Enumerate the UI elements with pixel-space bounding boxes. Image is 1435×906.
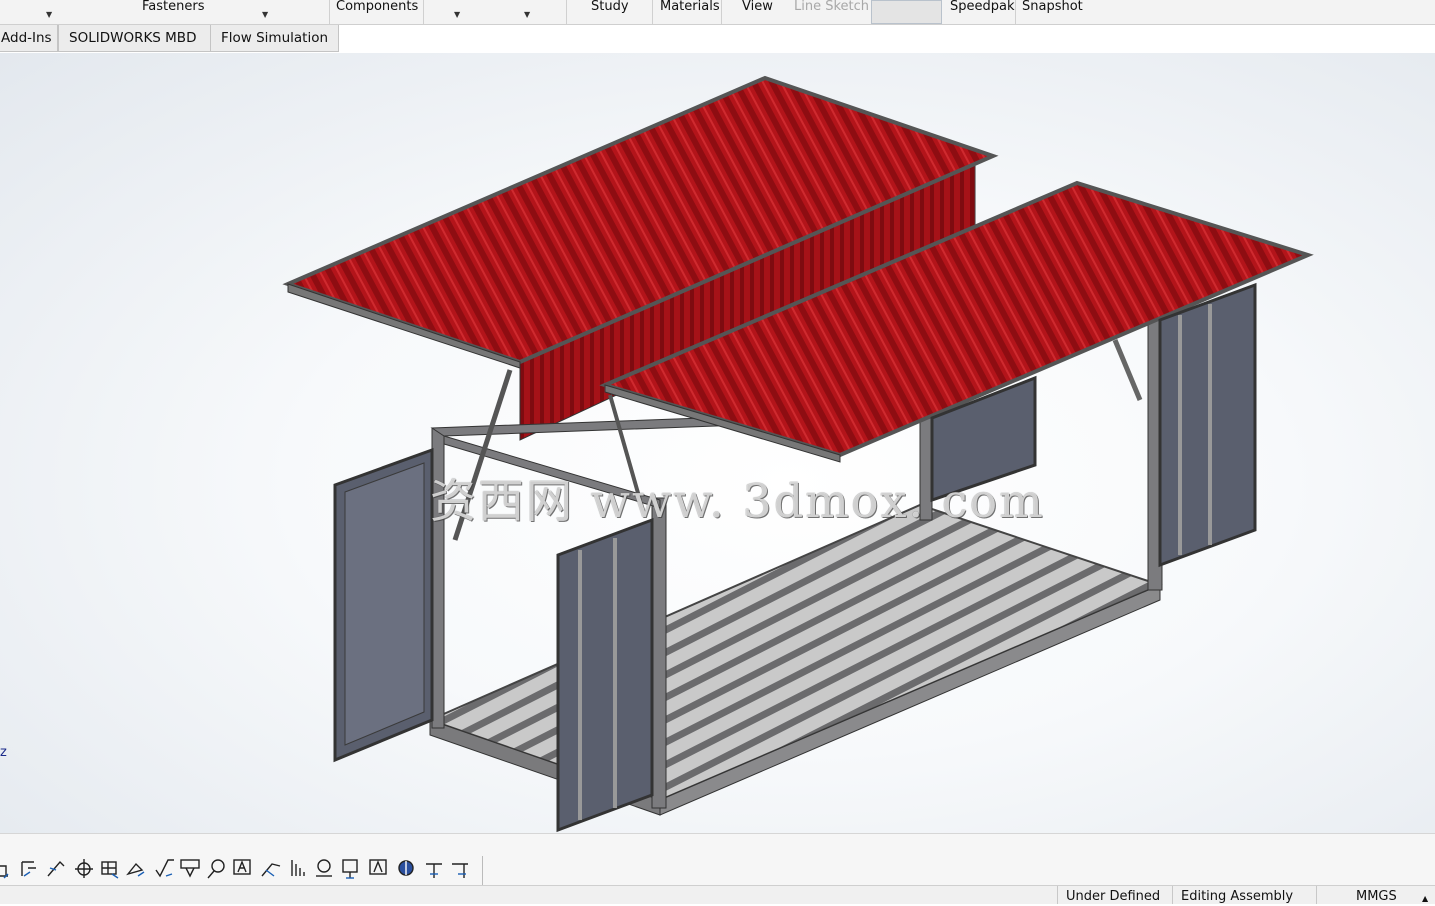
leader-icon[interactable] [426,863,442,878]
ribbon-view-button[interactable]: View [742,0,773,24]
tab-add-ins[interactable]: Add-Ins [0,25,58,52]
tab-solidworks-mbd-label: SOLIDWORKS MBD [69,30,197,46]
status-separator [1057,886,1058,904]
ribbon-separator [566,0,567,24]
linear-pattern-icon[interactable] [21,861,36,877]
floor-frame [427,503,1163,816]
dropdown-caret-icon[interactable]: ▼ [524,10,530,19]
ribbon-speedpak-button[interactable]: Speedpak [950,0,1015,24]
tab-add-ins-label: Add-Ins [1,30,52,46]
appearance-icon[interactable] [398,860,414,876]
dropdown-caret-icon[interactable]: ▼ [262,10,268,19]
ribbon-materials-button[interactable]: Materials [660,0,720,24]
status-units[interactable]: MMGS [1356,890,1397,904]
datum-icon[interactable] [75,859,93,878]
container-model[interactable] [0,53,1435,833]
status-under-defined: Under Defined [1066,889,1161,904]
toolbar-separator [482,856,483,886]
dropdown-caret-icon[interactable]: ▼ [46,10,52,19]
ribbon-components-button[interactable]: Components [336,0,418,24]
status-bar: Under Defined Editing Assembly MMGS ▲ [0,885,1435,904]
watermark-text: 资西网 www. 3dmox. com [430,474,1045,528]
datum-target-icon[interactable] [342,859,358,879]
status-separator [1316,886,1317,904]
table-icon[interactable] [101,861,119,879]
ribbon-snapshot-button[interactable]: Snapshot [1022,0,1083,24]
leader-2-icon[interactable] [452,863,468,878]
centerline-icon[interactable] [261,863,281,877]
ribbon-line-sketch-button[interactable]: Line Sketch [794,0,869,24]
ribbon-separator [721,0,722,24]
ribbon-study-button[interactable]: Study [591,0,629,24]
note-icon[interactable] [233,859,251,875]
sketch-icon[interactable] [47,860,65,877]
door-front-left [556,517,654,833]
auto-balloon-icon[interactable] [207,859,225,879]
magnet-line-icon[interactable] [316,859,332,877]
reference-triad: z [0,745,7,760]
annotation-icons [0,859,468,879]
units-caret-icon[interactable]: ▲ [1422,892,1428,906]
status-editing-assembly: Editing Assembly [1181,889,1294,904]
smart-dimension-icon[interactable] [0,865,9,879]
graphics-area[interactable]: ▼ ▼ ▼ ▼ ▼ 资西网 www. 3dmox. com z [0,53,1435,833]
tab-flow-simulation-label: Flow Simulation [221,30,329,46]
annotation-toolbar [0,833,1435,886]
note-balloon-icon[interactable] [180,859,200,878]
dropdown-caret-icon[interactable]: ▼ [454,10,460,19]
weld-icon[interactable] [126,862,145,877]
command-manager-ribbon: ▼ Fasteners ▼ Components ▼ ▼ Study Mater… [0,0,1435,25]
tab-solidworks-mbd[interactable]: SOLIDWORKS MBD [58,25,211,52]
ribbon-separator [1015,0,1016,24]
ribbon-separator [652,0,653,24]
ribbon-separator [329,0,330,24]
ribbon-fasteners-button[interactable]: Fasteners [142,0,204,24]
tab-flow-simulation[interactable]: Flow Simulation [210,25,339,52]
block-icon[interactable] [369,859,387,875]
status-separator [1172,886,1173,904]
door-left [333,447,434,763]
hatch-icon[interactable] [291,860,305,876]
ribbon-highlighted-button[interactable] [871,0,942,24]
door-right [1158,282,1257,568]
surface-finish-icon[interactable] [155,859,174,878]
ribbon-separator [423,0,424,24]
